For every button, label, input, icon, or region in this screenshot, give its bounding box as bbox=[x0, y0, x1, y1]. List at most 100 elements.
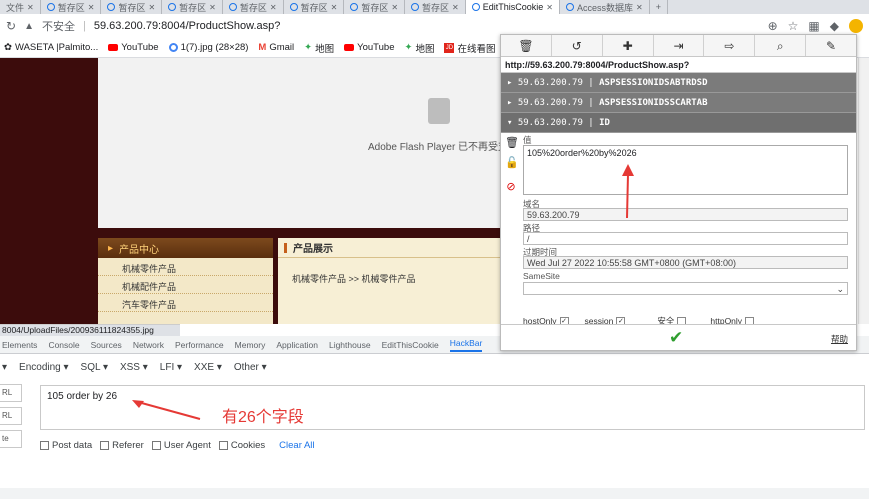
path-field[interactable]: / bbox=[523, 232, 848, 245]
block-icon[interactable]: ⊘ bbox=[505, 181, 517, 193]
devtools-tab[interactable]: Network bbox=[133, 340, 164, 350]
trash-icon[interactable]: 🗑 bbox=[501, 35, 552, 56]
close-icon[interactable]: ✕ bbox=[209, 3, 216, 12]
cookie-row-expanded[interactable]: ▾ 59.63.200.79 | ID bbox=[501, 113, 856, 133]
cookie-value-input[interactable]: 105%20order%20by%2026 bbox=[523, 145, 848, 195]
bookmark[interactable]: YouTube bbox=[108, 42, 159, 53]
bookmark[interactable]: YouTube bbox=[344, 42, 394, 53]
extension-icon[interactable]: ▦ bbox=[808, 19, 819, 33]
globe-icon bbox=[107, 3, 116, 11]
cookie-row[interactable]: ▸ 59.63.200.79 | ASPSESSIONIDSABTRDSD bbox=[501, 73, 856, 93]
close-icon[interactable]: ✕ bbox=[331, 3, 338, 12]
referer-option[interactable]: Referer bbox=[100, 440, 144, 451]
wrench-icon[interactable]: ✎ bbox=[806, 35, 856, 56]
encoding-menu[interactable]: Encoding ▾ bbox=[19, 362, 69, 373]
tab-label: 暂存区 bbox=[239, 2, 267, 13]
cookie-name: ID bbox=[599, 118, 610, 128]
tab-label: 暂存区 bbox=[422, 2, 450, 13]
close-icon[interactable]: ✕ bbox=[270, 3, 277, 12]
tab[interactable]: 暂存区 ✕ bbox=[41, 0, 102, 14]
devtools-tab[interactable]: Memory bbox=[235, 340, 266, 350]
tab[interactable]: 暂存区 ✕ bbox=[344, 0, 406, 14]
devtools-tab[interactable]: Sources bbox=[91, 340, 122, 350]
tab[interactable]: 暂存区 ✕ bbox=[284, 0, 345, 14]
bookmark[interactable]: ✦ 地图 bbox=[304, 41, 334, 55]
help-link[interactable]: 帮助 bbox=[831, 333, 848, 345]
warning-icon[interactable]: ▲ bbox=[24, 21, 34, 32]
load-url-button[interactable]: RL bbox=[0, 384, 22, 402]
bookmark[interactable]: ✦ 地图 bbox=[404, 41, 434, 55]
devtools-tab[interactable]: Application bbox=[276, 340, 318, 350]
xxe-menu[interactable]: XXE ▾ bbox=[194, 362, 222, 373]
tab[interactable]: 暂存区 ✕ bbox=[101, 0, 163, 14]
samesite-select[interactable]: ⌄ bbox=[523, 282, 848, 295]
tab[interactable]: 暂存区 ✕ bbox=[223, 0, 284, 14]
bookmark[interactable]: 1(7).jpg (28×28) bbox=[168, 42, 248, 53]
bookmark[interactable]: ✿ WASETA |Palmito... bbox=[4, 42, 98, 53]
split-url-button[interactable]: RL bbox=[0, 407, 22, 425]
page-scrollbar[interactable] bbox=[858, 58, 869, 324]
cookies-option[interactable]: Cookies bbox=[218, 440, 266, 451]
user-agent-option[interactable]: User Agent bbox=[151, 440, 211, 451]
close-icon[interactable]: ✕ bbox=[148, 3, 155, 12]
expiry-field[interactable]: Wed Jul 27 2022 10:55:58 GMT+0800 (GMT+0… bbox=[523, 256, 848, 269]
other-menu[interactable]: Other ▾ bbox=[234, 362, 267, 373]
devtools-tab[interactable]: EditThisCookie bbox=[382, 340, 439, 350]
search-icon[interactable]: ⌕ bbox=[755, 35, 807, 56]
add-icon[interactable]: ✚ bbox=[603, 35, 654, 56]
export-icon[interactable]: ⇨ bbox=[704, 35, 756, 56]
menu-item[interactable]: 机械配件产品 bbox=[98, 276, 273, 294]
close-icon[interactable]: ✕ bbox=[391, 3, 398, 12]
bookmark[interactable]: JD 在线看图 bbox=[444, 41, 495, 55]
tab[interactable]: 暂存区 ✕ bbox=[405, 0, 466, 14]
load-menu-caret-icon[interactable]: ▾ bbox=[2, 362, 7, 373]
clear-all-button[interactable]: Clear All bbox=[279, 440, 314, 451]
hackbar-toolbar: ▾ Encoding ▾ SQL ▾ XSS ▾ LFI ▾ XXE ▾ Oth… bbox=[0, 354, 869, 380]
extension-badge-icon[interactable]: ◆ bbox=[830, 19, 839, 33]
reload-icon[interactable]: ↻ bbox=[6, 19, 16, 33]
checkbox[interactable] bbox=[100, 440, 110, 450]
delete-cookie-icon[interactable]: 🗑 bbox=[505, 137, 519, 149]
bookmark[interactable]: M Gmail bbox=[258, 42, 294, 53]
lfi-menu[interactable]: LFI ▾ bbox=[160, 362, 182, 373]
devtools-tab[interactable]: Performance bbox=[175, 340, 224, 350]
new-tab-button[interactable]: + bbox=[650, 0, 668, 14]
save-checkmark-icon[interactable]: ✔ bbox=[669, 328, 683, 348]
star-icon[interactable]: ☆ bbox=[788, 19, 799, 33]
xss-menu[interactable]: XSS ▾ bbox=[120, 362, 148, 373]
zoom-icon[interactable]: ⊕ bbox=[768, 19, 778, 33]
devtools-tab[interactable]: Lighthouse bbox=[329, 340, 371, 350]
devtools-tab-hackbar[interactable]: HackBar bbox=[449, 338, 483, 352]
sql-menu[interactable]: SQL ▾ bbox=[81, 362, 108, 373]
close-icon[interactable]: ✕ bbox=[546, 3, 553, 12]
tab[interactable]: 文件 ✕ bbox=[0, 0, 41, 14]
cookie-row[interactable]: ▸ 59.63.200.79 | ASPSESSIONIDSSCARTAB bbox=[501, 93, 856, 113]
insecure-label[interactable]: 不安全 bbox=[42, 18, 75, 34]
import-icon[interactable]: ⇥ bbox=[654, 35, 705, 56]
tab[interactable]: Access数据库 ✕ bbox=[560, 0, 650, 14]
product-menu: ▸ 产品中心 机械零件产品 机械配件产品 汽车零件产品 bbox=[98, 238, 273, 324]
cookie-extension-icon[interactable] bbox=[849, 19, 863, 33]
close-icon[interactable]: ✕ bbox=[88, 3, 95, 12]
url-field[interactable]: 59.63.200.79:8004/ProductShow.asp? bbox=[94, 20, 281, 32]
close-icon[interactable]: ✕ bbox=[452, 3, 459, 12]
tab-label: 文件 bbox=[6, 2, 25, 13]
unlock-icon[interactable]: 🔓 bbox=[505, 157, 519, 169]
tab[interactable]: 暂存区 ✕ bbox=[162, 0, 223, 14]
breadcrumb[interactable]: 机械零件产品 >> 机械零件产品 bbox=[278, 258, 500, 285]
devtools-tab[interactable]: Console bbox=[48, 340, 79, 350]
close-icon[interactable]: ✕ bbox=[27, 3, 34, 12]
post-data-option[interactable]: Post data bbox=[40, 440, 92, 451]
menu-item[interactable]: 机械零件产品 bbox=[98, 258, 273, 276]
execute-button[interactable]: te bbox=[0, 430, 22, 448]
close-icon[interactable]: ✕ bbox=[636, 3, 643, 12]
checkbox[interactable] bbox=[40, 440, 49, 450]
menu-item[interactable]: 汽车零件产品 bbox=[98, 294, 273, 312]
tab-active[interactable]: EditThisCookie ✕ bbox=[465, 0, 560, 14]
option-label: Cookies bbox=[230, 440, 266, 451]
checkbox[interactable] bbox=[218, 440, 228, 450]
checkbox[interactable] bbox=[151, 440, 161, 450]
undo-icon[interactable]: ↺ bbox=[552, 35, 603, 56]
domain-field[interactable]: 59.63.200.79 bbox=[523, 208, 848, 221]
devtools-tab[interactable]: Elements bbox=[2, 340, 37, 350]
